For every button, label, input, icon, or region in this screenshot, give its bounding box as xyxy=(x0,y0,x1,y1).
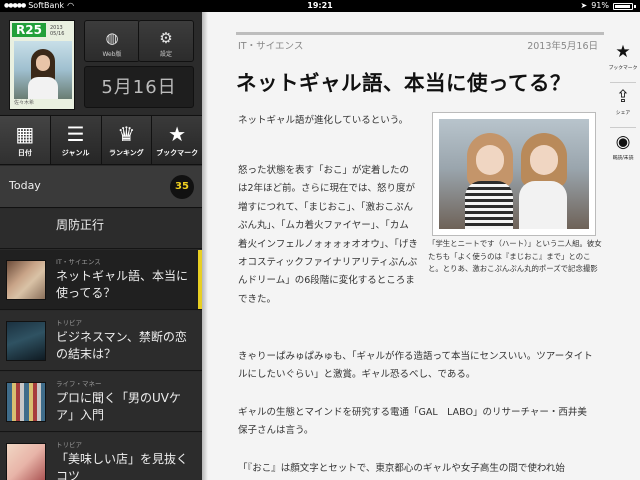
status-bar: ●●●●● SoftBank ◠ 19:21 ➤ 91% xyxy=(0,0,640,12)
share-button[interactable]: ⇪ シェア xyxy=(606,85,640,125)
issue-number: 2013 05/16 xyxy=(50,25,65,37)
article-photo[interactable] xyxy=(432,112,596,236)
list-item-title: プロに聞く「男のUVケア」入門 xyxy=(56,391,181,422)
list-item[interactable]: ライフ・マネー プロに聞く「男のUVケア」入門 xyxy=(0,372,202,432)
clock: 19:21 xyxy=(307,1,333,10)
web-button-label: Web版 xyxy=(102,51,122,58)
nav-ranking[interactable]: ♛ ランキング xyxy=(101,116,153,164)
list-icon: ☰ xyxy=(66,122,85,146)
crown-icon: ♛ xyxy=(117,122,136,146)
sidebar: R25 2013 05/16 佐々木希 ◍ Web版 ⚙ 設定 5月16日 ▦ … xyxy=(0,12,202,480)
list-item-category: トリビア xyxy=(56,441,82,449)
share-label: シェア xyxy=(615,111,631,116)
photo-caption: 「学生とニートです（ハート）」という二人組。彼女たちも「よく使うのは『まじおこ』… xyxy=(428,239,602,274)
nav-genre-label: ジャンル xyxy=(61,149,90,157)
web-button[interactable]: ◍ Web版 xyxy=(84,20,140,62)
article-count-badge: 35 xyxy=(170,175,194,199)
list-item-title: ビジネスマン、禁断の恋の結末は？ xyxy=(56,330,187,361)
list-item[interactable]: 周防正行 xyxy=(0,209,202,249)
cover-caption: 佐々木希 xyxy=(14,100,35,106)
nav-ranking-label: ランキング xyxy=(108,149,144,157)
divider xyxy=(236,32,604,35)
list-item-category: ライフ・マネー xyxy=(56,380,102,388)
calendar-icon: ▦ xyxy=(15,122,35,146)
list-item-title: ネットギャル語、本当に使ってる？ xyxy=(56,269,189,300)
list-item-thumbnail xyxy=(6,321,46,361)
status-right: ➤ 91% xyxy=(581,0,636,12)
list-item-title: 周防正行 xyxy=(56,218,105,232)
read-status-button[interactable]: ◉ 既読/未読 xyxy=(606,130,640,170)
today-label: Today xyxy=(9,179,41,192)
nav-bookmark[interactable]: ★ ブックマーク xyxy=(152,116,202,164)
article-paragraph: ギャルの生態とマインドを研究する電通「GAL LABO」のリサーチャー・西井美保… xyxy=(238,407,587,437)
star-icon: ★ xyxy=(168,122,187,146)
list-item-thumbnail xyxy=(6,382,46,422)
nav-date-label: 日付 xyxy=(17,149,32,157)
today-header: Today 35 xyxy=(0,166,202,208)
nav-bookmark-label: ブックマーク xyxy=(156,149,199,157)
article-paragraph: きゃりーぱみゅぱみゅも、「ギャルが作る造語って本当にセンスいい。ツアータイトルに… xyxy=(238,351,593,381)
sidebar-nav: ▦ 日付 ☰ ジャンル ♛ ランキング ★ ブックマーク xyxy=(0,115,202,165)
bookmark-label: ブックマーク xyxy=(608,66,638,71)
article-list: 周防正行 IT・サイエンス ネットギャル語、本当に使ってる？ トリビア ビジネス… xyxy=(0,209,202,480)
current-date: 5月16日 xyxy=(84,66,194,108)
list-item-category: トリビア xyxy=(56,319,82,327)
sidebar-header: R25 2013 05/16 佐々木希 ◍ Web版 ⚙ 設定 5月16日 xyxy=(0,12,202,114)
share-icon: ⇪ xyxy=(615,87,631,107)
battery-icon xyxy=(613,2,633,10)
article-paragraph: 怒った状態を表す「おこ」が定着したのは2年ほど前。さらに現在では、怒り度が増すに… xyxy=(238,165,418,305)
magazine-cover[interactable]: R25 2013 05/16 佐々木希 xyxy=(9,20,75,110)
article-pane: IT・サイエンス 2013年5月16日 ネットギャル語、本当に使ってる？ ネット… xyxy=(202,12,640,480)
nav-date[interactable]: ▦ 日付 xyxy=(0,116,51,164)
photo-image xyxy=(439,119,589,229)
location-icon: ➤ xyxy=(580,1,588,10)
bookmark-button[interactable]: ★ ブックマーク xyxy=(606,40,640,80)
r25-logo: R25 xyxy=(12,23,46,37)
read-status-label: 既読/未読 xyxy=(612,156,634,161)
settings-button-label: 設定 xyxy=(159,51,172,58)
article-toolbar: ★ ブックマーク ⇪ シェア ◉ 既読/未読 xyxy=(606,40,640,172)
nav-genre[interactable]: ☰ ジャンル xyxy=(50,116,102,164)
list-item-thumbnail xyxy=(6,260,46,300)
list-item[interactable]: トリビア 「美味しい店」を見抜くコツ xyxy=(0,433,202,480)
cover-photo xyxy=(14,41,72,99)
list-item[interactable]: トリビア ビジネスマン、禁断の恋の結末は？ xyxy=(0,311,202,371)
globe-icon: ◍ xyxy=(105,29,119,47)
star-icon: ★ xyxy=(615,42,631,62)
article-category: IT・サイエンス xyxy=(238,41,304,52)
list-item-thumbnail xyxy=(6,443,46,480)
article-headline: ネットギャル語、本当に使ってる？ xyxy=(236,71,571,95)
article-paragraph: 「『おこ』は顔文字とセットで、東京都心のギャルや女子高生の間で使われ始 xyxy=(238,463,565,474)
eye-icon: ◉ xyxy=(615,132,631,152)
gear-icon: ⚙ xyxy=(159,29,173,47)
list-item-selected[interactable]: IT・サイエンス ネットギャル語、本当に使ってる？ xyxy=(0,250,202,310)
article-date: 2013年5月16日 xyxy=(527,41,598,52)
article-paragraph: ネットギャル語が進化しているという。 xyxy=(238,115,409,126)
settings-button[interactable]: ⚙ 設定 xyxy=(138,20,194,62)
list-item-title: 「美味しい店」を見抜くコツ xyxy=(56,452,189,480)
battery-percent: 91% xyxy=(591,1,609,10)
list-item-category: IT・サイエンス xyxy=(56,258,101,266)
